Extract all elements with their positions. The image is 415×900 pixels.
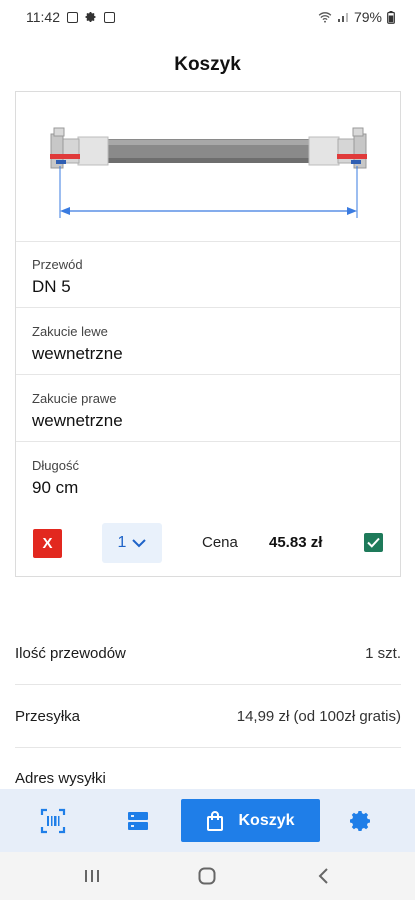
- recent-apps-button[interactable]: [80, 864, 104, 888]
- field-hose-type: Przewód DN 5: [16, 242, 400, 308]
- quantity-select[interactable]: 1: [102, 523, 162, 563]
- cart-item-controls: X 1 Cena 45.83 zł: [16, 510, 400, 576]
- summary-label: Ilość przewodów: [15, 645, 126, 662]
- nav-settings[interactable]: [347, 807, 375, 835]
- battery-icon: [387, 10, 395, 24]
- summary-value: 1 szt.: [365, 645, 401, 662]
- status-bar: 11:42 79%: [0, 0, 415, 34]
- field-label: Zakucie lewe: [32, 324, 108, 339]
- list-icon: [128, 812, 148, 830]
- nav-list[interactable]: [124, 807, 152, 835]
- summary-shipping: Przesyłka 14,99 zł (od 100zł gratis): [15, 686, 401, 748]
- barcode-scanner-icon: [40, 808, 66, 834]
- price-label: Cena: [202, 534, 238, 551]
- quantity-value: 1: [117, 534, 127, 551]
- field-length: Długość 90 cm: [16, 443, 400, 509]
- summary-label: Przesyłka: [15, 708, 81, 725]
- cart-item-card: Przewód DN 5 Zakucie lewe wewnetrzne Zak…: [15, 91, 401, 577]
- gear-icon: [350, 811, 370, 831]
- status-right: 79%: [318, 9, 395, 25]
- signal-icon: [337, 13, 348, 22]
- checkmark-icon: [367, 537, 380, 548]
- back-button[interactable]: [312, 864, 336, 888]
- select-item-checkbox[interactable]: [364, 533, 383, 552]
- system-nav-bar: [0, 852, 415, 900]
- field-value: wewnetrzne: [32, 344, 123, 363]
- nav-cart-button[interactable]: Koszyk: [181, 799, 320, 842]
- home-icon: [198, 867, 216, 885]
- back-icon: [318, 868, 328, 884]
- wifi-icon: [318, 12, 332, 23]
- nav-scanner[interactable]: [39, 807, 67, 835]
- delete-item-button[interactable]: X: [33, 529, 62, 558]
- field-label: Przewód: [32, 257, 83, 272]
- chevron-down-icon: [132, 538, 147, 547]
- bottom-nav: Koszyk: [0, 789, 415, 852]
- gallery-notification-icon: [67, 11, 78, 23]
- field-value: wewnetrzne: [32, 411, 123, 430]
- status-left: 11:42: [26, 9, 115, 25]
- settings-notification-icon: [85, 12, 96, 22]
- home-button[interactable]: [195, 864, 219, 888]
- field-label: Długość: [32, 458, 79, 473]
- status-time: 11:42: [26, 9, 60, 25]
- summary-label: Adres wysyłki: [15, 770, 106, 787]
- field-value: DN 5: [32, 277, 71, 296]
- field-value: 90 cm: [32, 478, 79, 497]
- nav-cart-label: Koszyk: [238, 811, 295, 829]
- battery-percent: 79%: [353, 9, 382, 25]
- price-value: 45.83 zł: [269, 534, 323, 551]
- hose-illustration: [50, 127, 367, 218]
- page-title: Koszyk: [174, 54, 241, 75]
- field-label: Zakucie prawe: [32, 391, 117, 406]
- summary-value: 14,99 zł (od 100zł gratis): [236, 708, 401, 725]
- field-left-fitting: Zakucie lewe wewnetrzne: [16, 309, 400, 375]
- hose-preview: [16, 92, 400, 242]
- app-notification-icon: [104, 11, 115, 23]
- summary-hose-count: Ilość przewodów 1 szt.: [15, 623, 401, 685]
- shopping-bag-icon: [207, 810, 224, 831]
- recent-apps-icon: [85, 870, 99, 882]
- field-right-fitting: Zakucie prawe wewnetrzne: [16, 376, 400, 442]
